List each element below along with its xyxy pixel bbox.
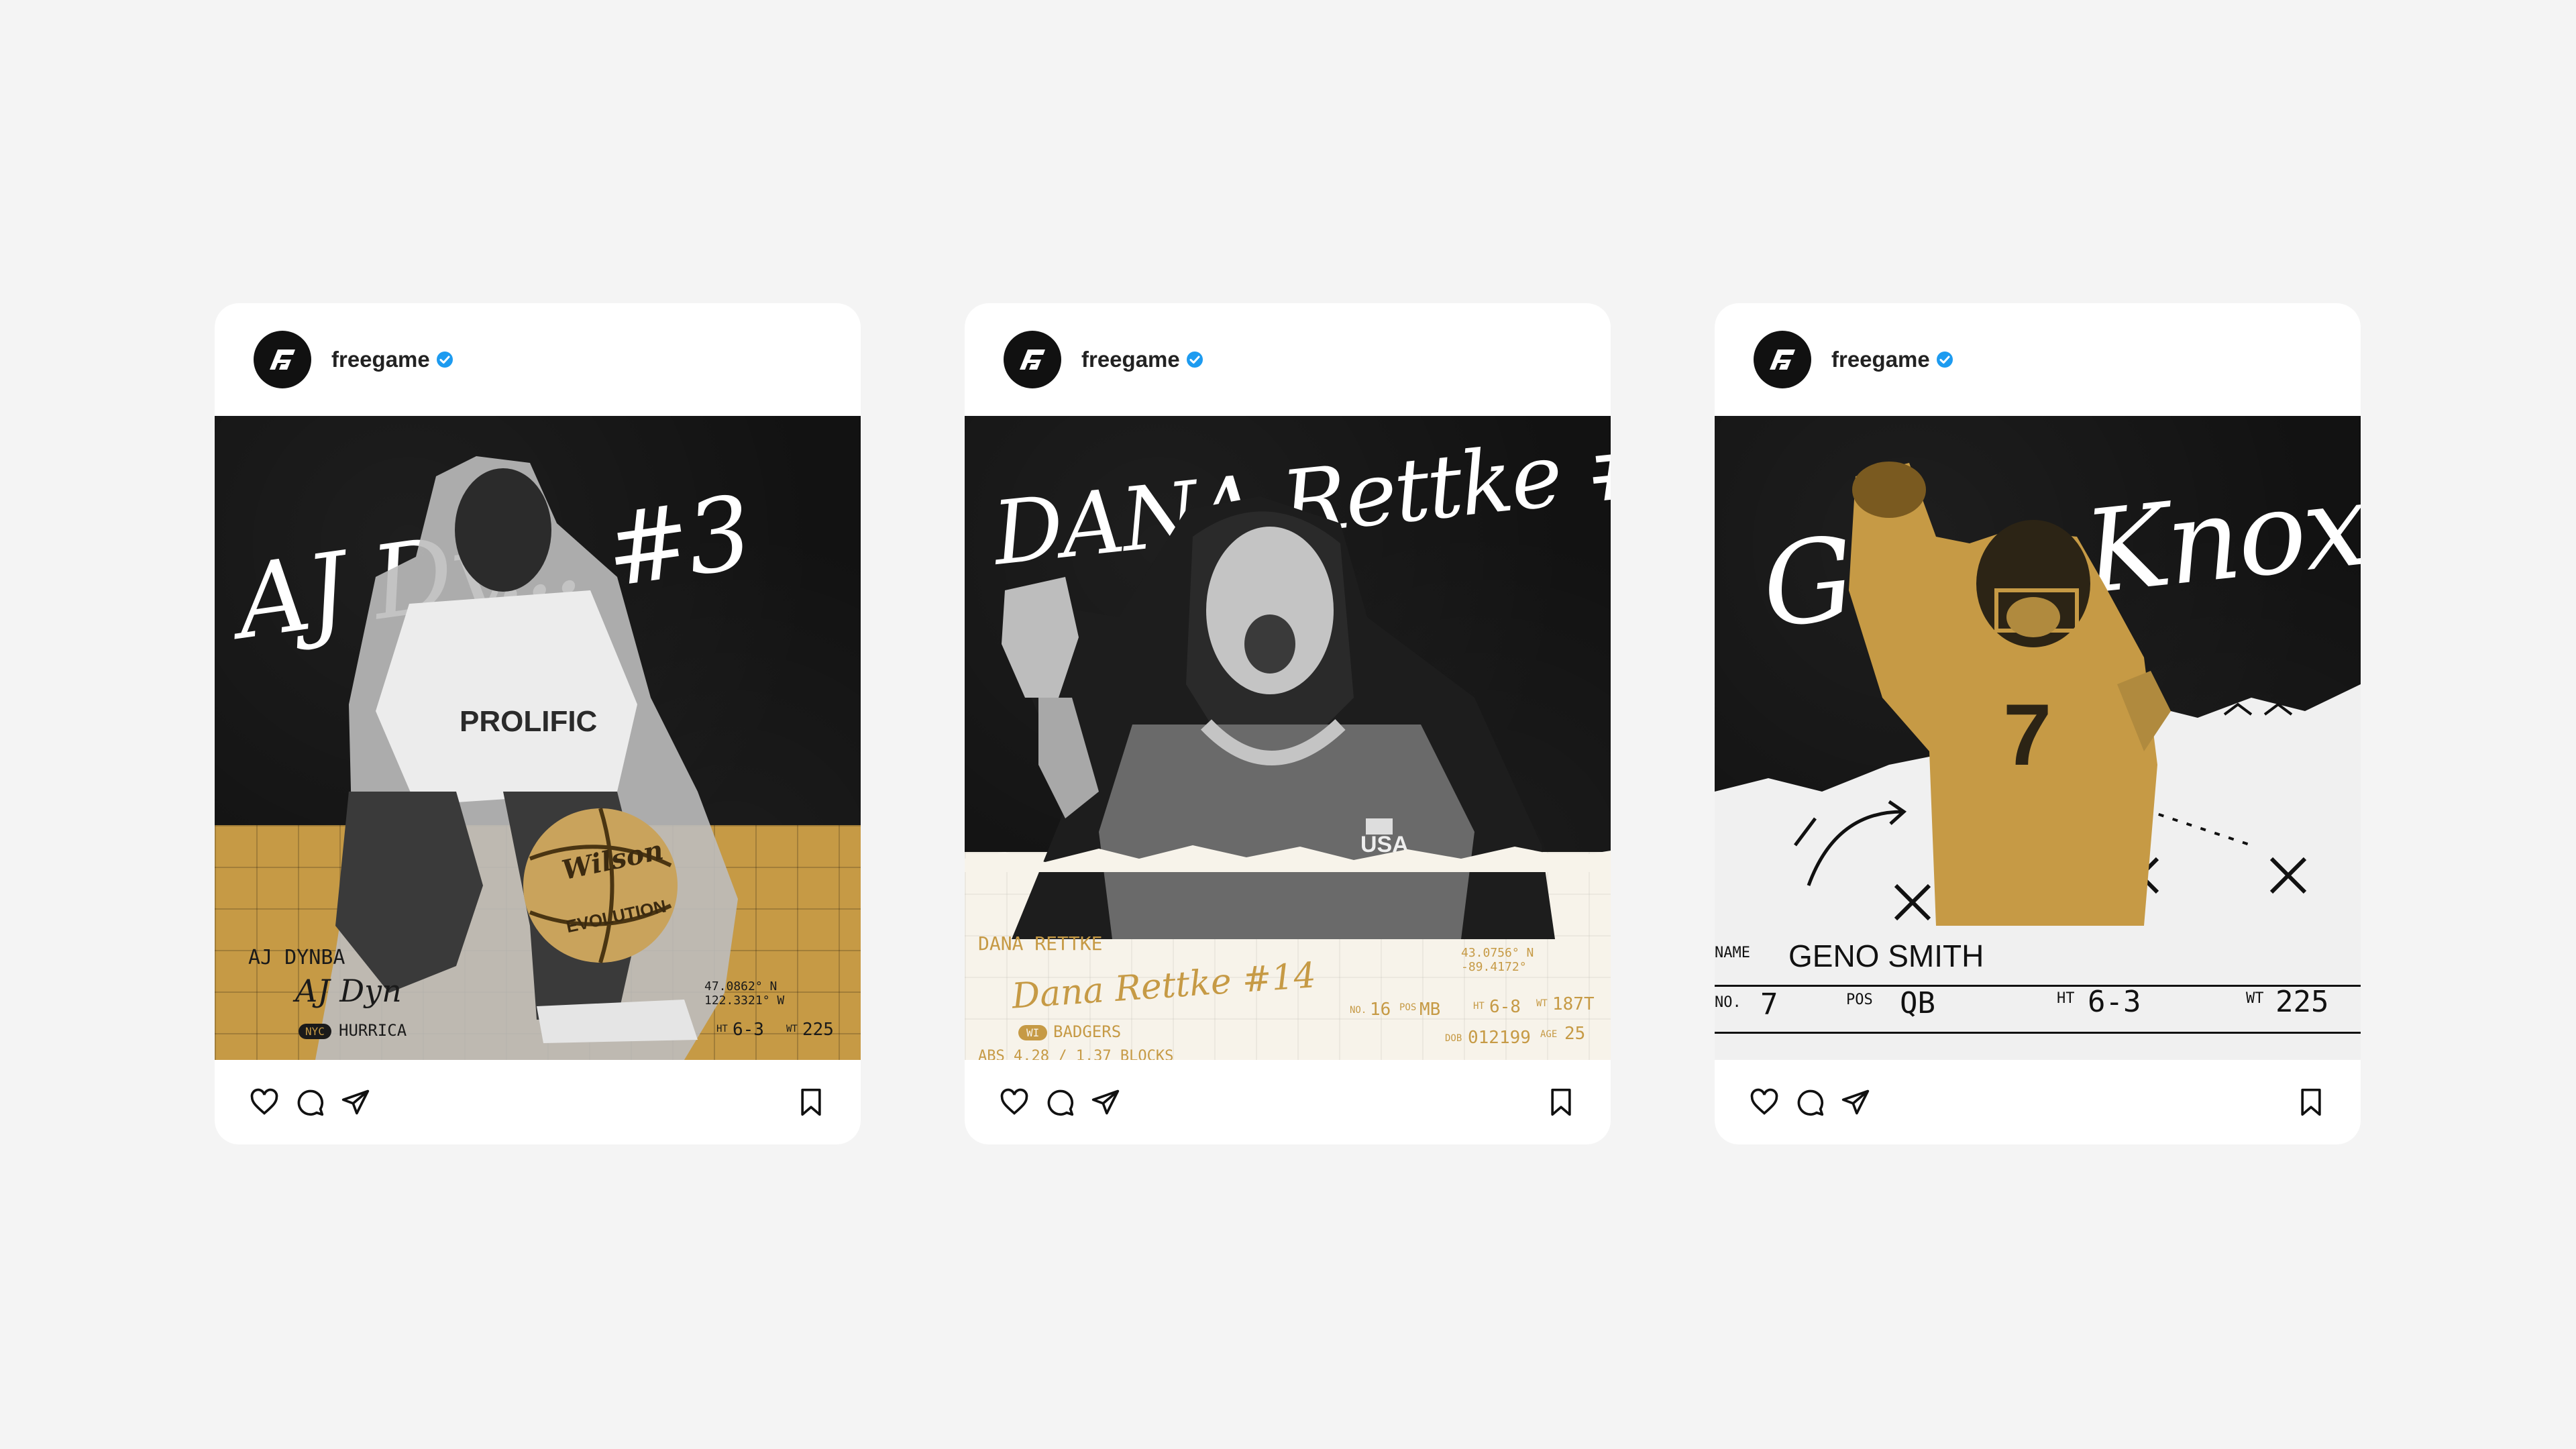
post-header: freegame: [215, 303, 861, 416]
bookmark-icon[interactable]: [794, 1085, 828, 1120]
post-image[interactable]: Geno Knox 7 NAME: [1715, 416, 2361, 1060]
stat-no-label: NO.: [1350, 1005, 1367, 1016]
stat-tag: WI: [1018, 1025, 1048, 1040]
stat-age: 25: [1564, 1024, 1586, 1044]
post-header: freegame: [965, 303, 1611, 416]
stat-team: BADGERS: [1053, 1022, 1122, 1041]
username[interactable]: freegame: [1081, 347, 1180, 372]
share-icon[interactable]: [1838, 1085, 1873, 1120]
stat-dob: 012199: [1468, 1028, 1531, 1048]
verified-badge-icon: [1935, 350, 1954, 369]
stat-pos: MB: [1419, 1000, 1441, 1020]
stat-name: AJ DYNBA: [248, 946, 345, 969]
stat-coords: 47.0862° N 122.3321° W: [704, 979, 785, 1008]
heart-icon[interactable]: [247, 1085, 282, 1120]
bookmark-icon[interactable]: [2294, 1085, 2328, 1120]
share-icon[interactable]: [338, 1085, 373, 1120]
post-card: freegame AJ Dy... #3 PROLIFIC: [215, 303, 861, 1144]
username[interactable]: freegame: [331, 347, 430, 372]
stat-ht: 6-3: [733, 1020, 764, 1040]
heart-icon[interactable]: [997, 1085, 1032, 1120]
post-card: freegame DANA Rettke #14 USA DANA RETTKE…: [965, 303, 1611, 1144]
post-card: freegame Geno Knox: [1715, 303, 2361, 1144]
stat-wt: 225: [802, 1020, 834, 1040]
post-actions: [965, 1060, 1611, 1144]
stat-wt: 187T: [1552, 994, 1595, 1014]
stat-dob-label: DOB: [1445, 1033, 1462, 1044]
stat-ht-label: HT: [716, 1024, 728, 1034]
post-actions: [1715, 1060, 2361, 1144]
freegame-avatar[interactable]: [1004, 331, 1061, 388]
stat-pos-label: POS: [1399, 1002, 1417, 1013]
stat-no-label: NO.: [1715, 994, 1741, 1011]
stat-coords: 43.0756° N -89.4172°: [1461, 946, 1534, 974]
username[interactable]: freegame: [1831, 347, 1930, 372]
comment-icon[interactable]: [1042, 1085, 1077, 1120]
post-header: freegame: [1715, 303, 2361, 416]
post-actions: [215, 1060, 861, 1144]
stat-wt: 225: [2275, 985, 2329, 1019]
comment-icon[interactable]: [1792, 1085, 1827, 1120]
stat-ht: 6-3: [2088, 985, 2141, 1019]
stat-ht-label: HT: [1473, 1001, 1485, 1012]
stat-team: HURRICA: [339, 1021, 407, 1040]
stat-no: 7: [1760, 987, 1778, 1022]
stat-wt-label: WT: [1536, 998, 1548, 1009]
share-icon[interactable]: [1088, 1085, 1123, 1120]
post-image[interactable]: AJ Dy... #3 PROLIFIC: [215, 416, 861, 1060]
stat-wt-label: WT: [786, 1024, 798, 1034]
post-image[interactable]: DANA Rettke #14 USA DANA RETTKE 43.0756°…: [965, 416, 1611, 1060]
freegame-logo-icon: [1020, 350, 1045, 370]
stat-wt-label: WT: [2246, 990, 2264, 1007]
freegame-avatar[interactable]: [1754, 331, 1811, 388]
stat-no: 16: [1370, 1000, 1391, 1020]
freegame-avatar[interactable]: [254, 331, 311, 388]
stat-pos: QB: [1900, 986, 1935, 1020]
stat-name-label: NAME: [1715, 945, 1750, 961]
verified-badge-icon: [1185, 350, 1204, 369]
bookmark-icon[interactable]: [1544, 1085, 1578, 1120]
comment-icon[interactable]: [292, 1085, 327, 1120]
jersey-text: PROLIFIC: [460, 705, 597, 738]
stat-age-label: AGE: [1540, 1029, 1558, 1040]
stat-ht-label: HT: [2057, 990, 2075, 1007]
freegame-logo-icon: [270, 350, 295, 370]
freegame-logo-icon: [1770, 350, 1795, 370]
heart-icon[interactable]: [1747, 1085, 1782, 1120]
stat-extra: ABS 4.28 / 1.37 BLOCKS: [978, 1048, 1174, 1060]
stat-pos-label: POS: [1846, 991, 1873, 1008]
stat-script: AJ Dyn: [295, 973, 402, 1009]
stat-ht: 6-8: [1489, 997, 1521, 1017]
stat-tag: NYC: [299, 1024, 331, 1039]
stat-name: DANA RETTKE: [978, 932, 1103, 955]
jersey-text: 7: [2003, 686, 2051, 784]
verified-badge-icon: [435, 350, 454, 369]
stat-name: GENO SMITH: [1788, 938, 1984, 973]
